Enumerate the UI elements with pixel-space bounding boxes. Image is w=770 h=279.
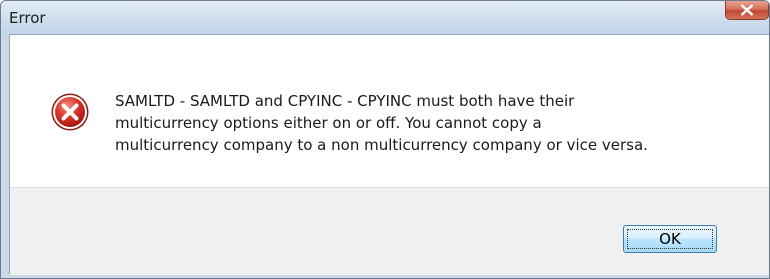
ok-button-label: OK bbox=[627, 229, 713, 249]
message-area: SAMLTD - SAMLTD and CPYINC - CPYINC must… bbox=[10, 35, 769, 187]
close-button[interactable] bbox=[725, 1, 769, 20]
message-line: multicurrency options either on or off. … bbox=[115, 114, 542, 132]
title-bar[interactable]: Error bbox=[1, 1, 769, 34]
ok-button[interactable]: OK bbox=[623, 225, 717, 253]
dialog-content: SAMLTD - SAMLTD and CPYINC - CPYINC must… bbox=[9, 34, 769, 275]
close-icon bbox=[741, 4, 753, 16]
message-line: multicurrency company to a non multicurr… bbox=[115, 136, 648, 154]
window-title: Error bbox=[9, 9, 46, 27]
error-icon bbox=[51, 93, 89, 131]
error-dialog-window: Error SAMLTD - SAMLTD and CPYINC - CPYIN… bbox=[0, 0, 770, 279]
button-bar: OK bbox=[10, 187, 769, 275]
error-message: SAMLTD - SAMLTD and CPYINC - CPYINC must… bbox=[115, 90, 755, 156]
message-line: SAMLTD - SAMLTD and CPYINC - CPYINC must… bbox=[115, 92, 575, 110]
